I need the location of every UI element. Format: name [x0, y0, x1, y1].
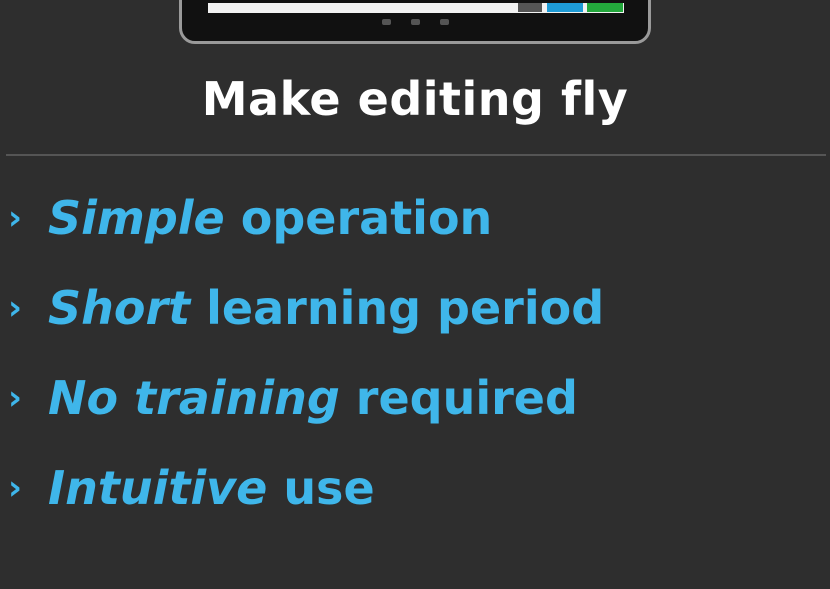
feature-text: operation: [240, 191, 493, 245]
tablet-home-icon: [410, 19, 420, 25]
tablet-device-image: [179, 0, 651, 44]
feature-text: required: [355, 371, 578, 425]
feature-text: use: [283, 461, 375, 515]
feature-text: learning period: [206, 281, 605, 335]
tablet-screen-blue-button: [547, 3, 583, 12]
tablet-screen-gray-button: [518, 3, 542, 12]
chevron-right-icon: ›: [8, 198, 23, 238]
feature-item-simple-operation: › Simple operation: [8, 186, 604, 250]
feature-item-short-learning-period: › Short learning period: [8, 276, 604, 340]
feature-emphasis: Simple: [48, 191, 225, 245]
feature-emphasis: No training: [48, 371, 340, 425]
headline: Make editing fly: [201, 72, 629, 126]
feature-emphasis: Short: [48, 281, 191, 335]
page: Make editing fly › Simple operation › Sh…: [0, 0, 830, 589]
feature-item-intuitive-use: › Intuitive use: [8, 456, 604, 520]
tablet-hardware-controls: [182, 19, 648, 25]
feature-emphasis: Intuitive: [48, 461, 268, 515]
feature-item-no-training-required: › No training required: [8, 366, 604, 430]
chevron-right-icon: ›: [8, 378, 23, 418]
tablet-screen-green-button: [587, 3, 623, 12]
feature-list: › Simple operation › Short learning peri…: [8, 186, 604, 546]
tablet-menu-icon: [439, 19, 449, 25]
divider: [6, 154, 826, 156]
chevron-right-icon: ›: [8, 288, 23, 328]
tablet-back-icon: [381, 19, 391, 25]
chevron-right-icon: ›: [8, 468, 23, 508]
